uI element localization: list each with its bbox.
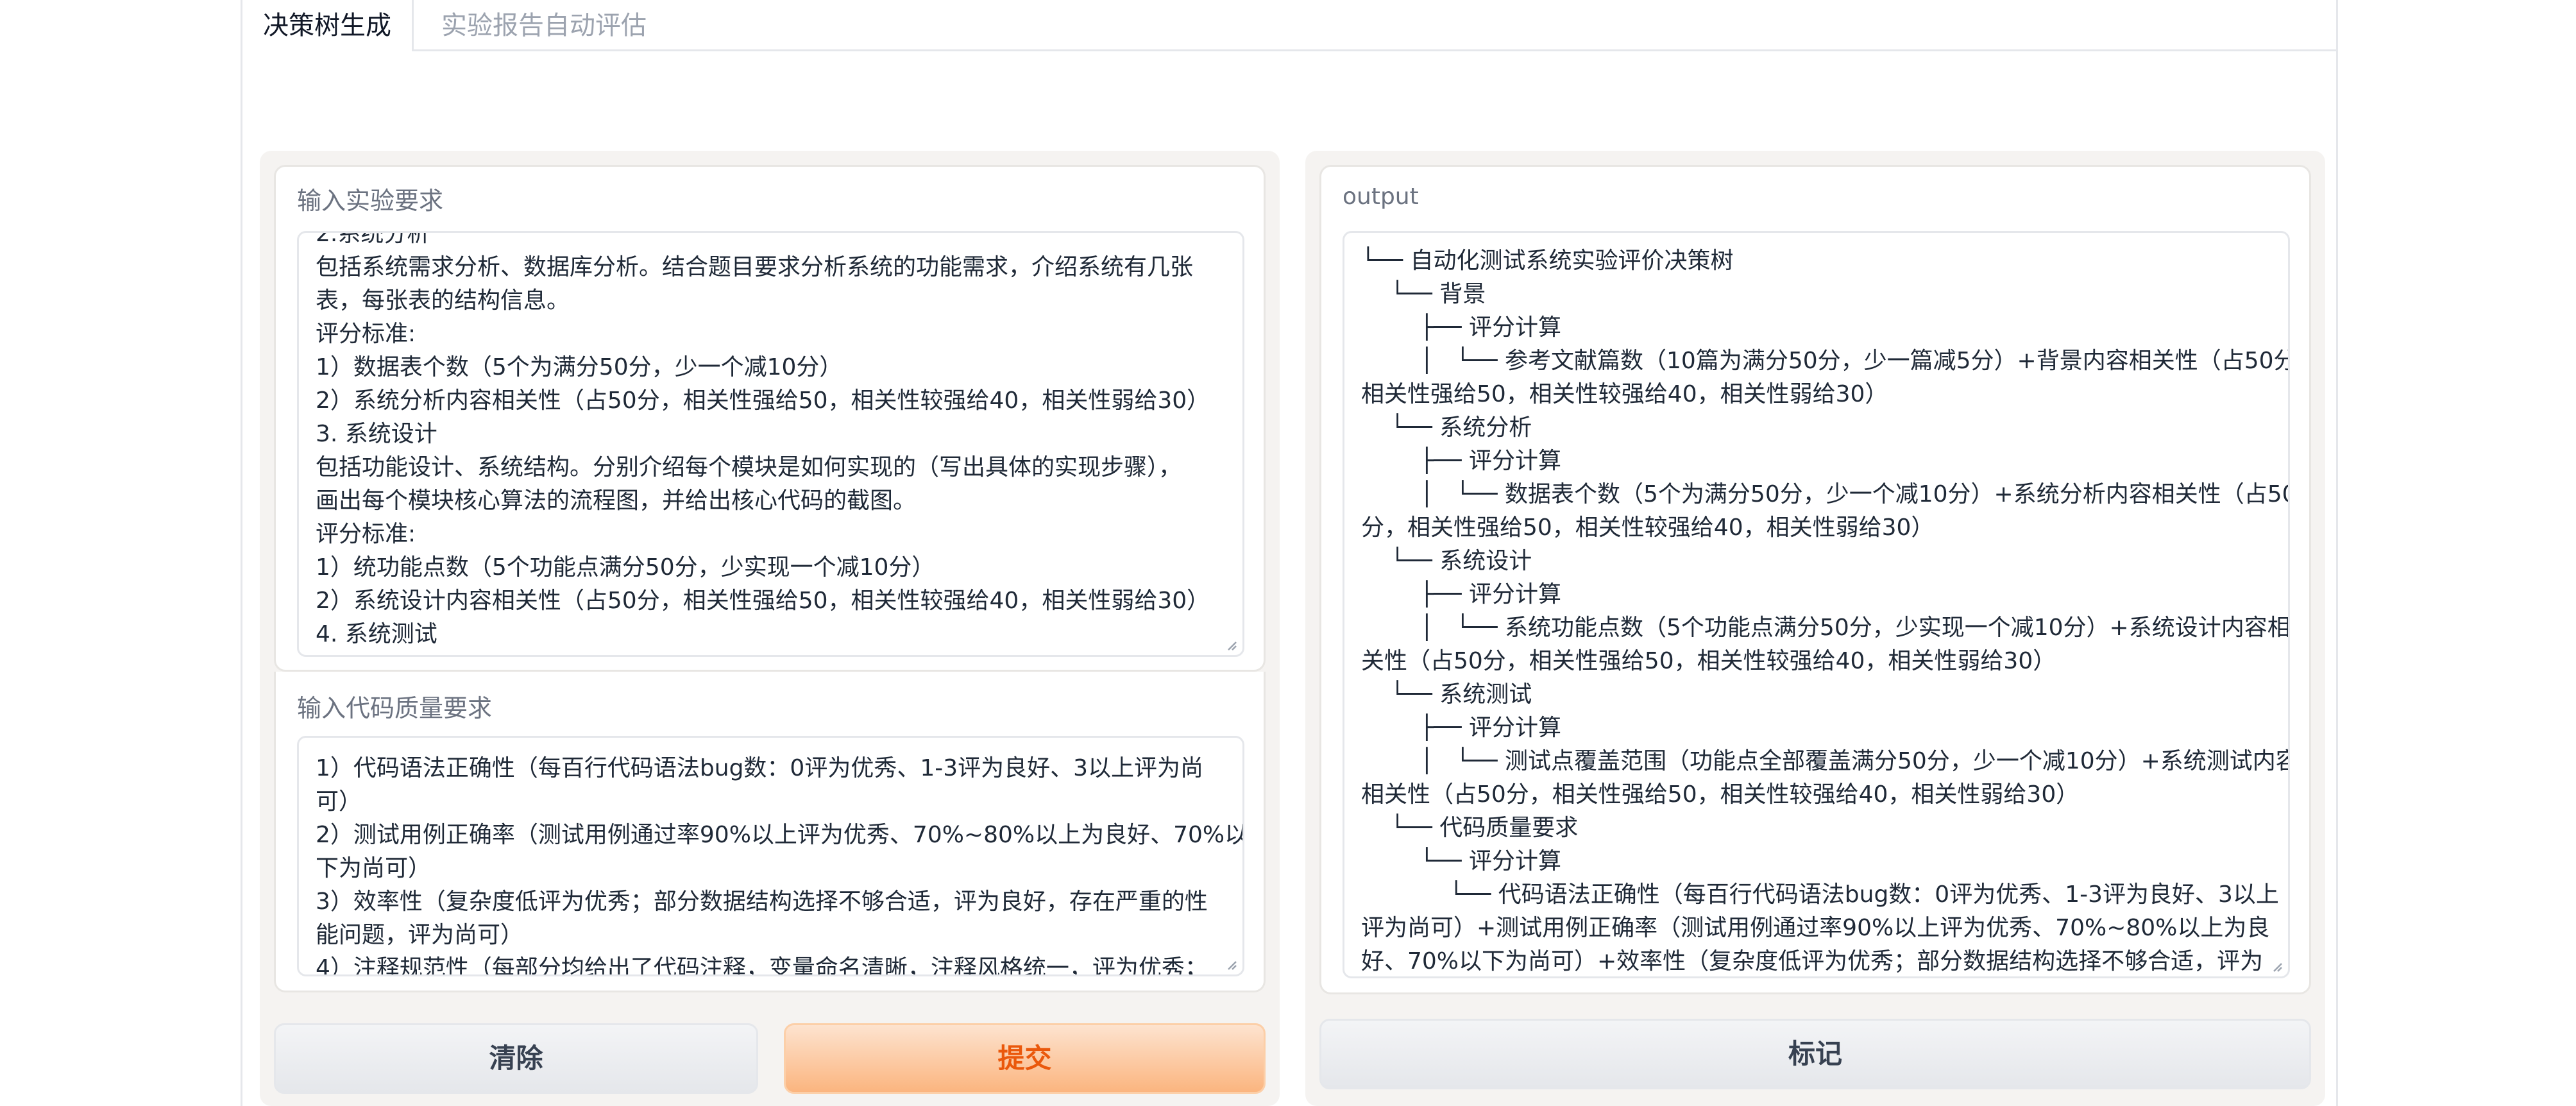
output-label: output: [1343, 183, 1419, 210]
code-quality-textarea[interactable]: 1）代码语法正确性（每百行代码语法bug数：0评为优秀、1-3评为良好、3以上评…: [297, 736, 1244, 976]
text-line: 包括功能设计、系统结构。分别介绍每个模块是如何实现的（写出具体的实现步骤），: [316, 454, 1182, 481]
text-line: 2）测试用例正确率（测试用例通过率90%以上评为优秀、70%~80%以上为良好、…: [316, 822, 1244, 848]
text-line: 1）数据表个数（5个为满分50分，少一个减10分）: [316, 354, 843, 380]
text-line: 表，每张表的结构信息。: [316, 287, 570, 314]
text-line: │ └── 测试点覆盖范围（功能点全部覆盖满分50分，少一个减10分）+系统测试…: [1361, 748, 2290, 774]
submit-button[interactable]: 提交: [784, 1023, 1266, 1094]
text-line: 好、70%以下为尚可）+效率性（复杂度低评为优秀；部分数据结构选择不够合适，评为: [1361, 948, 2264, 974]
text-line: 1）统功能点数（5个功能点满分50分，少实现一个减10分）: [316, 554, 935, 581]
requirements-block: 输入实验要求 2.系统分析包括系统需求分析、数据库分析。结合题目要求分析系统的功…: [274, 165, 1266, 672]
code-quality-label: 输入代码质量要求: [297, 694, 493, 722]
text-line: ├── 评分计算: [1361, 581, 1562, 608]
text-line: 分，相关性强给50，相关性较强给40，相关性弱给30）: [1361, 515, 1935, 541]
text-line: └── 系统设计: [1361, 548, 1532, 574]
text-line: └── 系统分析: [1361, 414, 1532, 441]
clear-button[interactable]: 清除: [274, 1023, 758, 1094]
code-quality-block: 输入代码质量要求 1）代码语法正确性（每百行代码语法bug数：0评为优秀、1-3…: [274, 672, 1266, 992]
text-line: 4. 系统测试: [316, 621, 437, 647]
text-line: │ └── 系统功能点数（5个功能点满分50分，少实现一个减10分）+系统设计内…: [1361, 615, 2290, 641]
text-line: │ └── 数据表个数（5个为满分50分，少一个减10分）+系统分析内容相关性（…: [1361, 481, 2290, 507]
requirements-label: 输入实验要求: [297, 187, 444, 215]
input-panel: 输入实验要求 2.系统分析包括系统需求分析、数据库分析。结合题目要求分析系统的功…: [260, 151, 1280, 1106]
text-line: 相关性强给50，相关性较强给40，相关性弱给30）: [1361, 381, 1888, 407]
text-line: ├── 评分计算: [1361, 314, 1562, 341]
text-line: 相关性（占50分，相关性强给50，相关性较强给40，相关性弱给30）: [1361, 781, 2080, 808]
text-line: 2）系统分析内容相关性（占50分，相关性强给50，相关性较强给40，相关性弱给3…: [316, 387, 1210, 414]
text-line: ├── 评分计算: [1361, 448, 1562, 474]
text-line: 2.系统分析: [316, 231, 430, 247]
output-panel: output └── 自动化测试系统实验评价决策树 └── 背景 ├── 评分计…: [1305, 151, 2325, 1106]
resize-handle-icon[interactable]: [1224, 638, 1237, 651]
text-line: └── 系统测试: [1361, 681, 1532, 708]
text-line: 包括系统需求分析、数据库分析。结合题目要求分析系统的功能需求，介绍系统有几张: [316, 254, 1194, 280]
text-line: 可）: [316, 788, 362, 815]
text-line: 评分标准:: [316, 321, 416, 347]
text-line: 评为尚可）+测试用例正确率（测试用例通过率90%以上评为优秀、70%~80%以上…: [1361, 915, 2270, 941]
text-line: 关性（占50分，相关性强给50，相关性较强给40，相关性弱给30）: [1361, 648, 2056, 674]
text-line: 1）代码语法正确性（每百行代码语法bug数：0评为优秀、1-3评为良好、3以上评…: [316, 755, 1204, 781]
mark-button[interactable]: 标记: [1319, 1019, 2311, 1089]
text-line: └── 评分计算: [1361, 848, 1562, 874]
text-line: 2）系统设计内容相关性（占50分，相关性强给50，相关性较强给40，相关性弱给3…: [316, 588, 1210, 614]
text-line: 画出每个模块核心算法的流程图，并给出核心代码的截图。: [316, 488, 917, 514]
text-line: └── 背景: [1361, 281, 1486, 307]
text-line: 下为尚可）: [316, 855, 432, 881]
output-block: output └── 自动化测试系统实验评价决策树 └── 背景 ├── 评分计…: [1319, 165, 2311, 994]
text-line: 3. 系统设计: [316, 421, 437, 447]
text-line: └── 代码质量要求: [1361, 815, 1579, 841]
tab-report-evaluation[interactable]: 实验报告自动评估: [441, 0, 647, 51]
text-line: 4）注释规范性（每部分均给出了代码注释，变量命名清晰，注释风格统一，评为优秀；: [316, 955, 1208, 976]
text-line: ├── 评分计算: [1361, 715, 1562, 741]
text-line: 评分标准:: [316, 521, 416, 547]
text-line: 3）效率性（复杂度低评为优秀；部分数据结构选择不够合适，评为良好，存在严重的性: [316, 889, 1208, 915]
tab-bar: 决策树生成 实验报告自动评估: [241, 0, 2338, 51]
resize-handle-icon[interactable]: [1224, 958, 1237, 971]
requirements-textarea[interactable]: 2.系统分析包括系统需求分析、数据库分析。结合题目要求分析系统的功能需求，介绍系…: [297, 231, 1244, 657]
text-line: 能问题，评为尚可）: [316, 922, 524, 948]
output-textarea[interactable]: └── 自动化测试系统实验评价决策树 └── 背景 ├── 评分计算 │ └──…: [1343, 231, 2290, 978]
text-line: │ └── 参考文献篇数（10篇为满分50分，少一篇减5分）+背景内容相关性（占…: [1361, 348, 2290, 374]
text-line: └── 代码语法正确性（每百行代码语法bug数：0评为优秀、1-3评为良好、3以…: [1361, 881, 2279, 908]
resize-handle-icon[interactable]: [2270, 960, 2283, 973]
tab-decision-tree[interactable]: 决策树生成: [241, 0, 414, 51]
text-line: └── 自动化测试系统实验评价决策树: [1361, 248, 1734, 274]
